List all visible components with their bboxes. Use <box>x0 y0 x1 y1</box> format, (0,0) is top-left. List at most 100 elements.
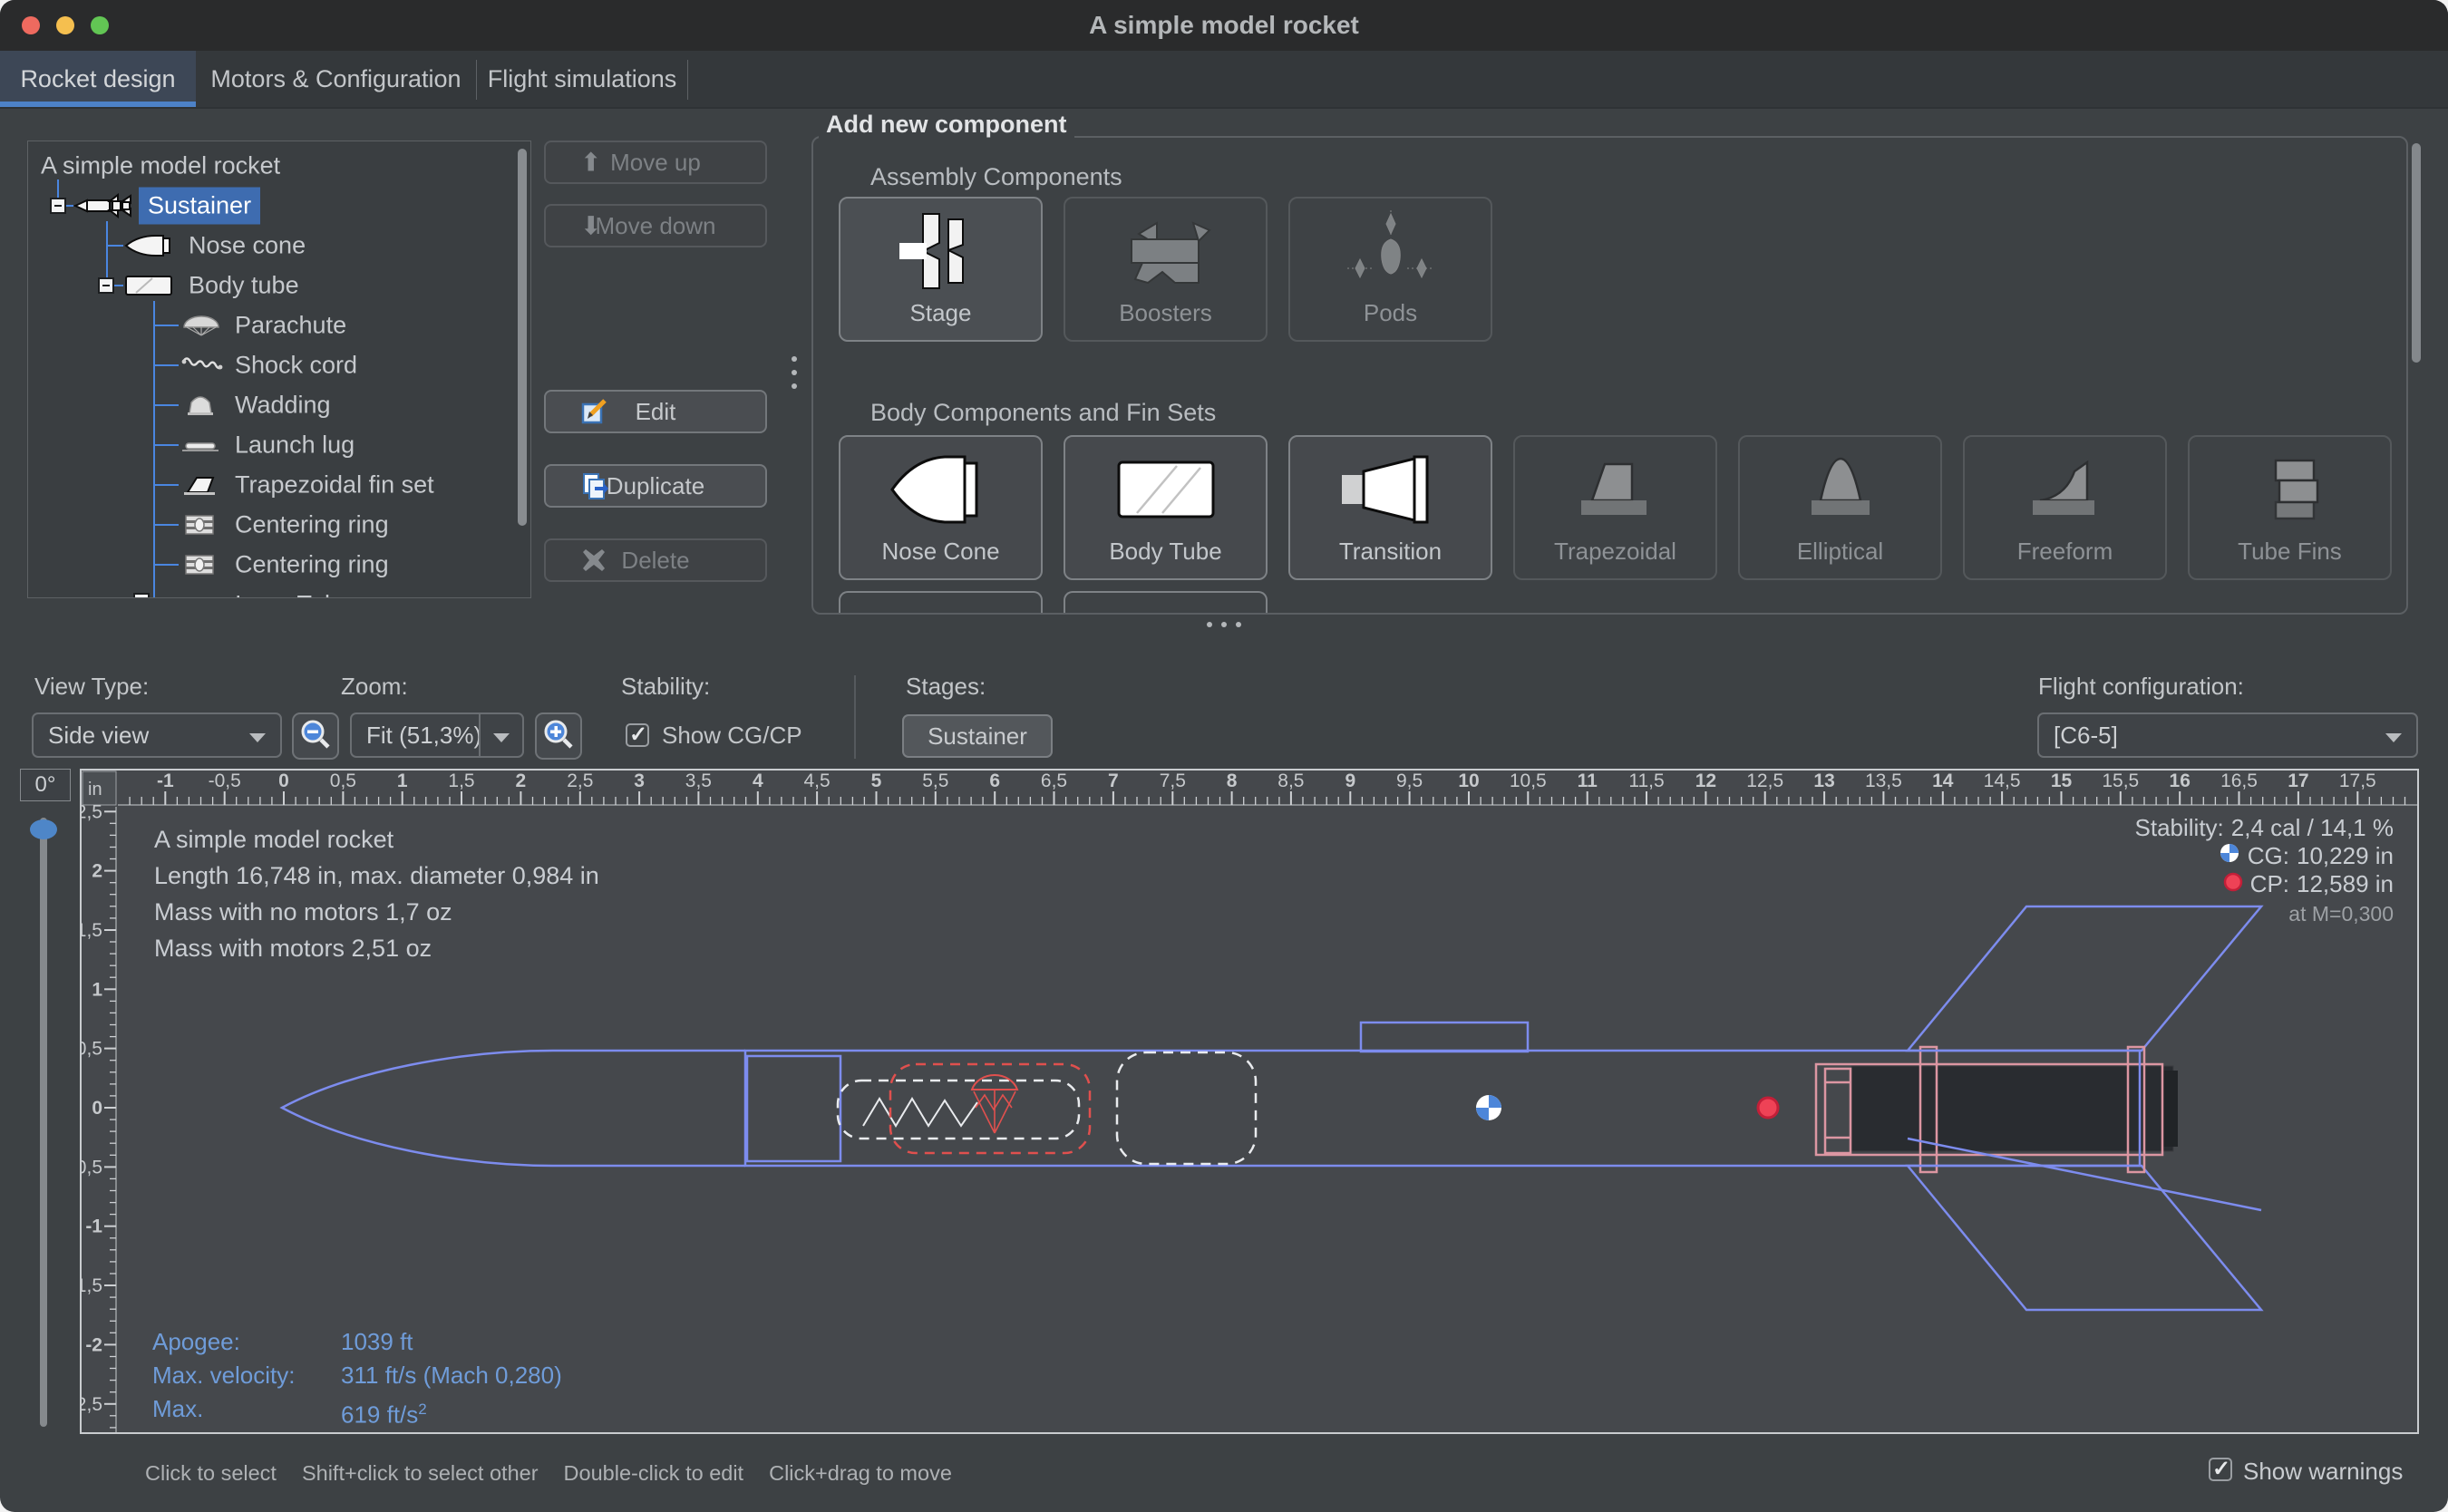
tree-item-centering-ring[interactable]: Centering ring <box>28 545 530 585</box>
move-down-button[interactable]: ⬇ Move down <box>544 204 767 247</box>
tree-scrollbar[interactable] <box>518 149 527 526</box>
add-elliptical-button[interactable]: Elliptical <box>1738 435 1942 580</box>
bodytubelg-icon <box>1065 448 1266 531</box>
info-line: A simple model rocket <box>154 821 599 858</box>
add-body-tube-button[interactable]: Body Tube <box>1064 435 1268 580</box>
tree-item-inner-tube[interactable]: Inner Tube <box>28 585 530 598</box>
component-tree[interactable]: A simple model rocketSustainerNose coneB… <box>27 141 531 598</box>
svg-text:3,5: 3,5 <box>685 771 712 791</box>
tree-item-wadding[interactable]: Wadding <box>28 385 530 425</box>
stability-readout: Stability:2,4 cal / 14,1 % CG:10,229 in … <box>2135 814 2395 928</box>
clipped-component-button[interactable] <box>1064 591 1268 615</box>
vertical-splitter-handle[interactable] <box>792 356 797 397</box>
add-component-panel: Assembly Components Body Components and … <box>811 136 2408 615</box>
rotation-slider-knob[interactable] <box>30 819 57 839</box>
add-panel-scrollbar[interactable] <box>2412 143 2421 363</box>
tree-item-parachute[interactable]: Parachute <box>28 305 530 345</box>
svg-text:-0,5: -0,5 <box>209 771 241 791</box>
svg-text:6,5: 6,5 <box>1041 771 1067 791</box>
horizontal-splitter-handle[interactable] <box>1207 622 1241 627</box>
svg-text:14,5: 14,5 <box>1984 771 2021 791</box>
parachute-icon <box>180 314 222 337</box>
tree-item-sustainer[interactable]: Sustainer <box>28 186 530 226</box>
svg-text:8: 8 <box>1227 771 1238 791</box>
info-line: Mass with motors 2,51 oz <box>154 930 599 966</box>
rocket-figure-canvas[interactable]: in-1-0,500,511,522,533,544,555,566,577,5… <box>80 769 2419 1434</box>
add-boosters-button[interactable]: Boosters <box>1064 197 1268 342</box>
clipped-component-button[interactable] <box>839 591 1043 615</box>
tree-item-label: Shock cord <box>235 352 357 380</box>
boosters-icon <box>1065 209 1266 293</box>
add-stage-button[interactable]: Stage <box>839 197 1043 342</box>
stage-icon <box>840 209 1041 293</box>
duplicate-button[interactable]: Duplicate <box>544 464 767 508</box>
svg-text:11,5: 11,5 <box>1628 771 1664 791</box>
tree-item-label: Wadding <box>235 392 331 420</box>
svg-text:11: 11 <box>1578 771 1598 791</box>
tab-flight-simulations[interactable]: Flight simulations <box>477 51 687 107</box>
add-tube-fins-button[interactable]: Tube Fins <box>2188 435 2392 580</box>
svg-text:13: 13 <box>1813 771 1834 791</box>
show-cgcp-checkbox[interactable] <box>626 723 649 747</box>
delete-button[interactable]: Delete <box>544 538 767 582</box>
info-line: Length 16,748 in, max. diameter 0,984 in <box>154 858 599 894</box>
flight-configuration-select[interactable]: [C6-5] <box>2037 712 2418 758</box>
add-trapezoidal-button[interactable]: Trapezoidal <box>1513 435 1717 580</box>
chevron-down-icon <box>2385 733 2402 742</box>
add-nose-cone-button[interactable]: Nose Cone <box>839 435 1043 580</box>
tree-item-launch-lug[interactable]: Launch lug <box>28 425 530 465</box>
move-up-button[interactable]: ⬆ Move up <box>544 141 767 184</box>
show-warnings-checkbox[interactable] <box>2209 1458 2232 1481</box>
freeform-icon <box>1965 448 2165 531</box>
body-components-label: Body Components and Fin Sets <box>870 399 1216 427</box>
innertube-icon <box>180 593 220 598</box>
svg-text:10,5: 10,5 <box>1510 771 1547 791</box>
svg-text:1,5: 1,5 <box>82 920 102 941</box>
add-component-title: Add new component <box>819 111 1074 139</box>
chevron-down-icon <box>493 733 510 742</box>
trapezoidal-icon <box>1515 448 1715 531</box>
zoom-in-button[interactable] <box>535 712 582 760</box>
add-transition-button[interactable]: Transition <box>1288 435 1492 580</box>
add-pods-button[interactable]: Pods <box>1288 197 1492 342</box>
tree-item-shock-cord[interactable]: Shock cord <box>28 345 530 385</box>
noseconelg-icon <box>840 448 1041 531</box>
tubefins-icon <box>2190 448 2390 531</box>
tab-motors-configuration[interactable]: Motors & Configuration <box>196 51 476 107</box>
tree-item-a-simple-model-rocket[interactable]: A simple model rocket <box>28 146 530 186</box>
zoom-label: Zoom: <box>341 673 408 701</box>
svg-text:3: 3 <box>634 771 645 791</box>
hint-text: Shift+click to select other <box>302 1461 539 1486</box>
svg-text:16: 16 <box>2170 771 2191 791</box>
svg-text:7: 7 <box>1108 771 1119 791</box>
svg-text:0: 0 <box>92 1098 102 1119</box>
window-title: A simple model rocket <box>0 0 2448 51</box>
svg-text:12: 12 <box>1695 771 1716 791</box>
svg-text:-0,5: -0,5 <box>82 1157 102 1178</box>
svg-text:2: 2 <box>516 771 527 791</box>
edit-button[interactable]: Edit <box>544 390 767 433</box>
svg-text:0,5: 0,5 <box>330 771 356 791</box>
cg-icon <box>2219 842 2240 870</box>
svg-text:1,5: 1,5 <box>448 771 474 791</box>
zoom-out-button[interactable] <box>292 712 339 760</box>
svg-text:0,5: 0,5 <box>82 1039 102 1060</box>
tree-item-label: Trapezoidal fin set <box>235 471 434 499</box>
centeringring-icon <box>180 513 219 537</box>
interaction-hints: Click to selectShift+click to select oth… <box>145 1461 952 1486</box>
tab-rocket-design[interactable]: Rocket design <box>0 51 196 107</box>
stage-toggle-sustainer[interactable]: Sustainer <box>902 714 1053 758</box>
pods-icon <box>1290 209 1491 293</box>
svg-text:-2: -2 <box>85 1334 102 1355</box>
view-type-select[interactable]: Side view <box>32 712 282 758</box>
tree-item-nose-cone[interactable]: Nose cone <box>28 226 530 266</box>
rotation-slider-track[interactable] <box>40 818 47 1427</box>
svg-text:6: 6 <box>989 771 1000 791</box>
tree-item-body-tube[interactable]: Body tube <box>28 266 530 305</box>
tree-item-trapezoidal-fin-set[interactable]: Trapezoidal fin set <box>28 465 530 505</box>
svg-text:10: 10 <box>1458 771 1479 791</box>
tree-item-centering-ring[interactable]: Centering ring <box>28 505 530 545</box>
add-freeform-button[interactable]: Freeform <box>1963 435 2167 580</box>
app-window: A simple model rocket Rocket design Moto… <box>0 0 2448 1512</box>
zoom-level-select[interactable]: Fit (51,3%) <box>350 712 524 758</box>
